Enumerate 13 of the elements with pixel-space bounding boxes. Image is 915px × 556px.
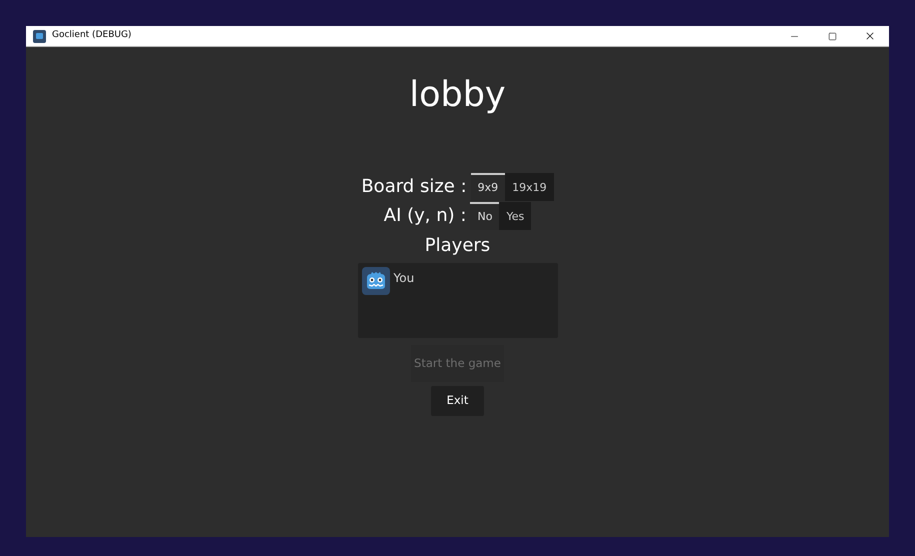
- option-label: Board size :: [361, 175, 467, 199]
- robot-icon: [362, 267, 390, 295]
- player-name[interactable]: You: [394, 267, 414, 289]
- maximize-icon: [828, 32, 836, 40]
- players-title: Players: [424, 234, 490, 258]
- option-tab[interactable]: Yes: [499, 202, 532, 230]
- close-icon: [864, 30, 876, 42]
- window-title: Goclient (DEBUG): [52, 29, 132, 42]
- option-tab[interactable]: 19x19: [505, 173, 554, 201]
- action-button[interactable]: Exit: [430, 386, 484, 416]
- option-label: AI (y, n) :: [384, 204, 466, 228]
- app-icon: [33, 30, 46, 42]
- page-heading: lobby: [409, 74, 506, 117]
